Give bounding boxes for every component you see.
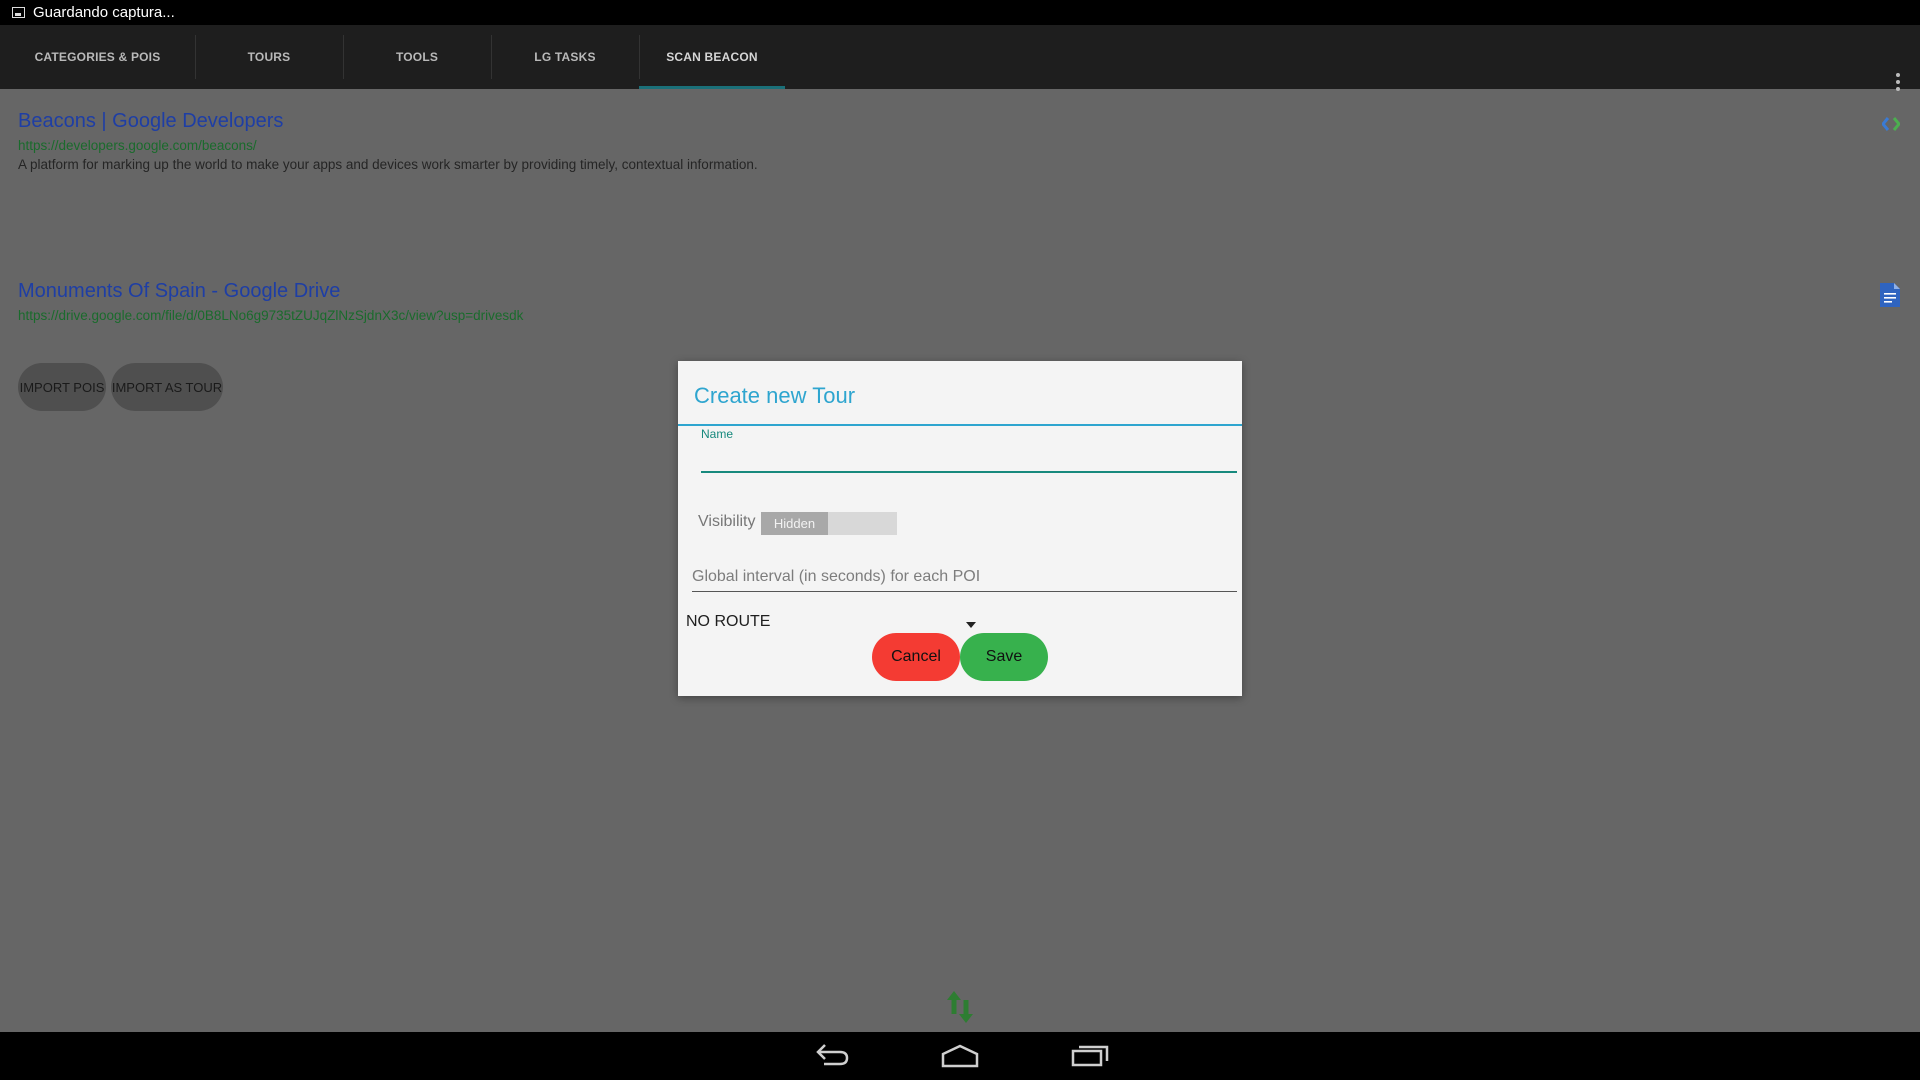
tab-bar: CATEGORIES & POIS TOURS TOOLS LG TASKS S… [0,25,1920,91]
status-bar-text: Guardando captura... [33,4,175,21]
back-icon[interactable] [814,1040,850,1075]
dialog-title: Create new Tour [694,383,856,408]
overflow-menu-icon[interactable] [1896,73,1900,91]
document-icon [1880,283,1900,312]
import-pois-button[interactable]: IMPORT POIS [18,363,106,411]
recent-apps-icon[interactable] [1070,1040,1110,1075]
global-interval-input[interactable] [692,562,1237,592]
search-result-beacons: Beacons | Google Developers https://deve… [18,110,758,172]
visibility-label: Visibility [698,513,756,530]
tab-tours[interactable]: TOURS [195,25,343,89]
result-url[interactable]: https://developers.google.com/beacons/ [18,138,758,153]
route-dropdown-value: NO ROUTE [686,613,771,630]
sync-arrows-icon[interactable] [946,989,974,1030]
create-tour-dialog: Create new Tour Name Visibility Hidden N… [678,361,1242,696]
dropdown-caret-icon [966,622,976,628]
result-description: A platform for marking up the world to m… [18,157,758,172]
name-input[interactable] [701,447,1237,473]
dialog-divider [678,424,1242,426]
tab-tools[interactable]: TOOLS [343,25,491,89]
result-url[interactable]: https://drive.google.com/file/d/0B8LNo6g… [18,308,523,323]
tab-lg-tasks[interactable]: LG TASKS [491,25,639,89]
route-dropdown[interactable]: NO ROUTE [686,610,976,634]
visibility-toggle-state: Hidden [761,512,828,535]
search-result-monuments: Monuments Of Spain - Google Drive https:… [18,280,523,323]
screenshot-icon [12,7,25,18]
home-icon[interactable] [940,1040,980,1075]
tab-scan-beacon[interactable]: SCAN BEACON [639,25,785,89]
result-title[interactable]: Monuments Of Spain - Google Drive [18,280,523,303]
tab-categories-pois[interactable]: CATEGORIES & POIS [0,25,195,89]
google-developers-logo-icon [1881,117,1901,136]
visibility-toggle[interactable]: Hidden [761,512,897,535]
name-label: Name [701,427,734,441]
navigation-bar [0,1032,1920,1080]
save-button[interactable]: Save [960,633,1048,681]
cancel-button[interactable]: Cancel [872,633,960,681]
import-as-tour-button[interactable]: IMPORT AS TOUR [111,363,223,411]
result-title[interactable]: Beacons | Google Developers [18,110,758,133]
status-bar: Guardando captura... [0,0,1920,25]
